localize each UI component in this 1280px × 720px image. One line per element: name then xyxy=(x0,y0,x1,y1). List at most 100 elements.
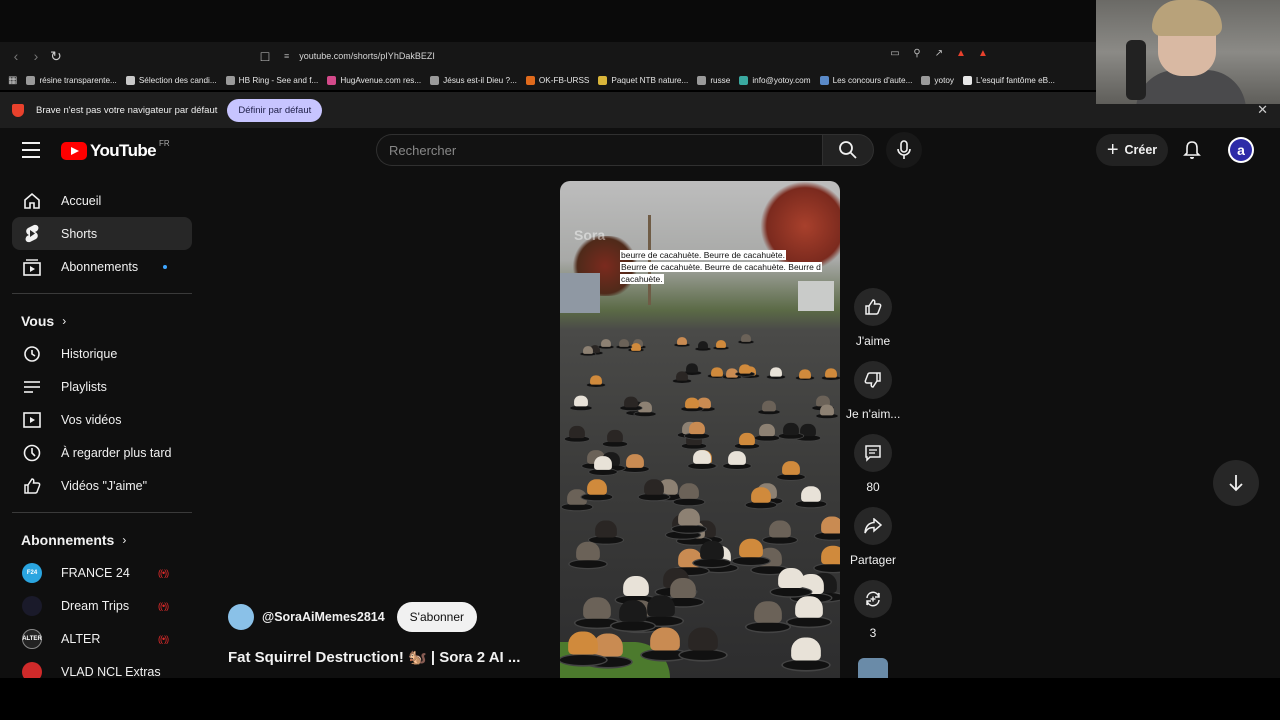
sidebar-section-you[interactable]: Vous › xyxy=(12,304,192,337)
remix-icon xyxy=(866,591,880,607)
zoom-icon[interactable]: ⚲ xyxy=(910,46,924,60)
youtube-logo[interactable]: YouTube FR xyxy=(61,139,170,161)
browser-toolbar: ‹ › ↻ □ ≡ youtube.com/shorts/pIYhDakBEZI… xyxy=(0,42,1280,70)
share-action: Partager xyxy=(846,507,900,567)
sidebar-channel-alter[interactable]: ALTER ALTER ((•)) xyxy=(12,622,192,655)
bookmark-item[interactable]: yotoy xyxy=(921,75,954,85)
bookmark-item[interactable]: HB Ring - See and f... xyxy=(225,75,318,85)
sidebar-item-label: Abonnements xyxy=(61,259,139,274)
bookmark-label: L'esquif fantôme eB... xyxy=(976,75,1055,85)
bookmark-favicon-icon xyxy=(921,75,931,85)
set-default-button[interactable]: Définir par défaut xyxy=(227,98,323,122)
search-input[interactable]: Rechercher xyxy=(376,134,822,166)
clock-icon xyxy=(22,443,42,463)
sidebar-item-home[interactable]: Accueil xyxy=(12,184,192,217)
channel-name: Dream Trips xyxy=(61,598,130,613)
sidebar-item-shorts[interactable]: Shorts xyxy=(12,217,192,250)
address-bar[interactable]: ≡ youtube.com/shorts/pIYhDakBEZI xyxy=(284,46,435,66)
sidebar-item-subscriptions[interactable]: Abonnements xyxy=(12,250,192,283)
bookmark-page-icon[interactable]: □ xyxy=(255,46,275,66)
like-icon xyxy=(22,476,42,496)
menu-icon[interactable] xyxy=(22,142,40,158)
home-icon xyxy=(22,191,42,211)
channel-avatar: ALTER xyxy=(22,628,42,649)
divider xyxy=(12,512,192,513)
sidebar-item-watch-later[interactable]: À regarder plus tard xyxy=(12,436,192,469)
masthead: YouTube FR Rechercher + Créer a xyxy=(0,128,1280,174)
sidebar-section-subscriptions[interactable]: Abonnements › xyxy=(12,523,192,556)
bookmark-item[interactable]: Paquet NTB nature... xyxy=(598,75,688,85)
back-icon[interactable]: ‹ xyxy=(6,46,26,66)
bookmark-item[interactable]: HugAvenue.com res... xyxy=(327,75,421,85)
sidebar-item-label: Playlists xyxy=(61,379,107,394)
logo-text: YouTube xyxy=(90,141,157,160)
bookmark-label: Sélection des candi... xyxy=(138,75,217,85)
live-indicator-icon: ((•)) xyxy=(158,600,169,611)
short-title[interactable]: Fat Squirrel Destruction! 🐿️ | Sora 2 AI… xyxy=(228,648,520,666)
default-browser-infobar: Brave n'est pas votre navigateur par déf… xyxy=(0,92,1280,128)
bookmark-item[interactable]: résine transparente... xyxy=(26,75,117,85)
bookmark-favicon-icon xyxy=(739,75,749,85)
bookmark-item[interactable]: OK-FB-URSS xyxy=(525,75,589,85)
cast-icon[interactable]: ▭ xyxy=(888,46,902,60)
sidebar-item-label: Vidéos "J'aime" xyxy=(61,478,148,493)
sidebar-item-label: Accueil xyxy=(61,193,102,208)
close-icon[interactable]: ✕ xyxy=(1257,102,1268,118)
screen: ‹ › ↻ □ ≡ youtube.com/shorts/pIYhDakBEZI… xyxy=(0,0,1280,720)
sidebar-channel-vlad[interactable]: VLAD NCL Extras xyxy=(12,655,192,678)
bookmark-item[interactable]: Sélection des candi... xyxy=(125,75,217,85)
comment-icon xyxy=(865,445,881,462)
voice-search-button[interactable] xyxy=(886,132,922,168)
bookmark-item[interactable]: russe xyxy=(697,75,730,85)
share-icon[interactable]: ↗ xyxy=(932,46,946,60)
apps-grid-icon[interactable]: ▦ xyxy=(8,75,17,86)
playlist-icon xyxy=(22,377,42,397)
create-button[interactable]: + Créer xyxy=(1096,134,1168,166)
arrow-down-icon xyxy=(1229,475,1243,492)
live-indicator-icon: ((•)) xyxy=(158,567,169,578)
subscribe-button[interactable]: S'abonner xyxy=(396,602,478,632)
bookmark-favicon-icon xyxy=(963,75,972,85)
bookmark-item[interactable]: info@yotoy.com xyxy=(739,75,811,85)
channel-avatar[interactable] xyxy=(228,604,254,630)
sidebar-item-your-videos[interactable]: Vos vidéos xyxy=(12,403,192,436)
sidebar-item-liked-videos[interactable]: Vidéos "J'aime" xyxy=(12,469,192,502)
sidebar-channel-dream-trips[interactable]: Dream Trips ((•)) xyxy=(12,589,192,622)
channel-avatar: F24 xyxy=(22,562,42,583)
bookmark-item[interactable]: L'esquif fantôme eB... xyxy=(963,75,1055,85)
dislike-action: Je n'aim... xyxy=(846,361,900,421)
bookmark-item[interactable]: Les concours d'aute... xyxy=(819,75,912,85)
youtube-play-icon xyxy=(61,142,87,160)
sound-source-thumbnail[interactable] xyxy=(858,658,888,678)
share-button[interactable] xyxy=(854,507,892,545)
forward-icon[interactable]: › xyxy=(26,46,46,66)
channel-name: ALTER xyxy=(61,631,101,646)
brave-rewards-icon[interactable]: ▲ xyxy=(976,46,990,60)
remix-action: 3 xyxy=(846,580,900,640)
sidebar-channel-france24[interactable]: F24 FRANCE 24 ((•)) xyxy=(12,556,192,589)
history-icon xyxy=(22,344,42,364)
chevron-right-icon: › xyxy=(62,313,67,328)
sidebar-item-label: Shorts xyxy=(61,226,98,241)
bookmark-item[interactable]: Jésus est-il Dieu ?... xyxy=(430,75,517,85)
comments-button[interactable] xyxy=(854,434,892,472)
next-short-button[interactable] xyxy=(1213,460,1259,506)
sidebar-item-playlists[interactable]: Playlists xyxy=(12,370,192,403)
sidebar-item-label: À regarder plus tard xyxy=(61,445,172,460)
channel-handle[interactable]: @SoraAiMemes2814 xyxy=(262,610,385,624)
search-button[interactable] xyxy=(822,134,874,166)
like-button[interactable] xyxy=(854,288,892,326)
sidebar-item-history[interactable]: Historique xyxy=(12,337,192,370)
site-info-icon[interactable]: ≡ xyxy=(284,51,289,61)
short-video-player[interactable]: Sora beurre de cacahuète. Beurre de caca… xyxy=(560,181,840,678)
brave-shield-icon[interactable]: ▲ xyxy=(954,46,968,60)
bookmark-favicon-icon xyxy=(525,75,535,85)
bookmark-label: yotoy xyxy=(934,75,954,85)
dislike-button[interactable] xyxy=(854,361,892,399)
notifications-bell-icon[interactable] xyxy=(1180,138,1204,162)
subscriptions-icon xyxy=(22,257,42,277)
account-avatar[interactable]: a xyxy=(1228,137,1254,163)
bookmark-favicon-icon xyxy=(327,75,337,85)
reload-icon[interactable]: ↻ xyxy=(46,46,66,66)
remix-button[interactable] xyxy=(854,580,892,618)
